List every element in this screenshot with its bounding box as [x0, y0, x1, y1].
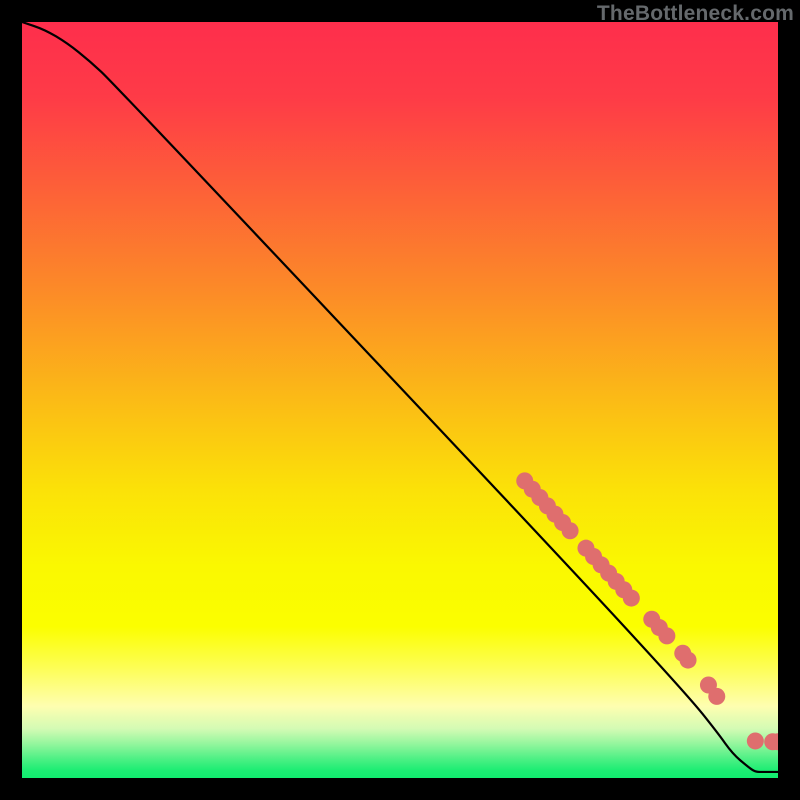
data-marker — [747, 732, 764, 749]
data-marker — [623, 590, 640, 607]
data-marker — [658, 627, 675, 644]
plot-area — [22, 22, 778, 778]
chart-stage: TheBottleneck.com — [0, 0, 800, 800]
watermark-label: TheBottleneck.com — [597, 2, 794, 26]
data-layer — [22, 22, 778, 778]
bottleneck-curve — [22, 22, 778, 772]
data-marker — [708, 688, 725, 705]
data-markers — [516, 472, 778, 750]
data-marker — [680, 652, 697, 669]
data-marker — [562, 522, 579, 539]
